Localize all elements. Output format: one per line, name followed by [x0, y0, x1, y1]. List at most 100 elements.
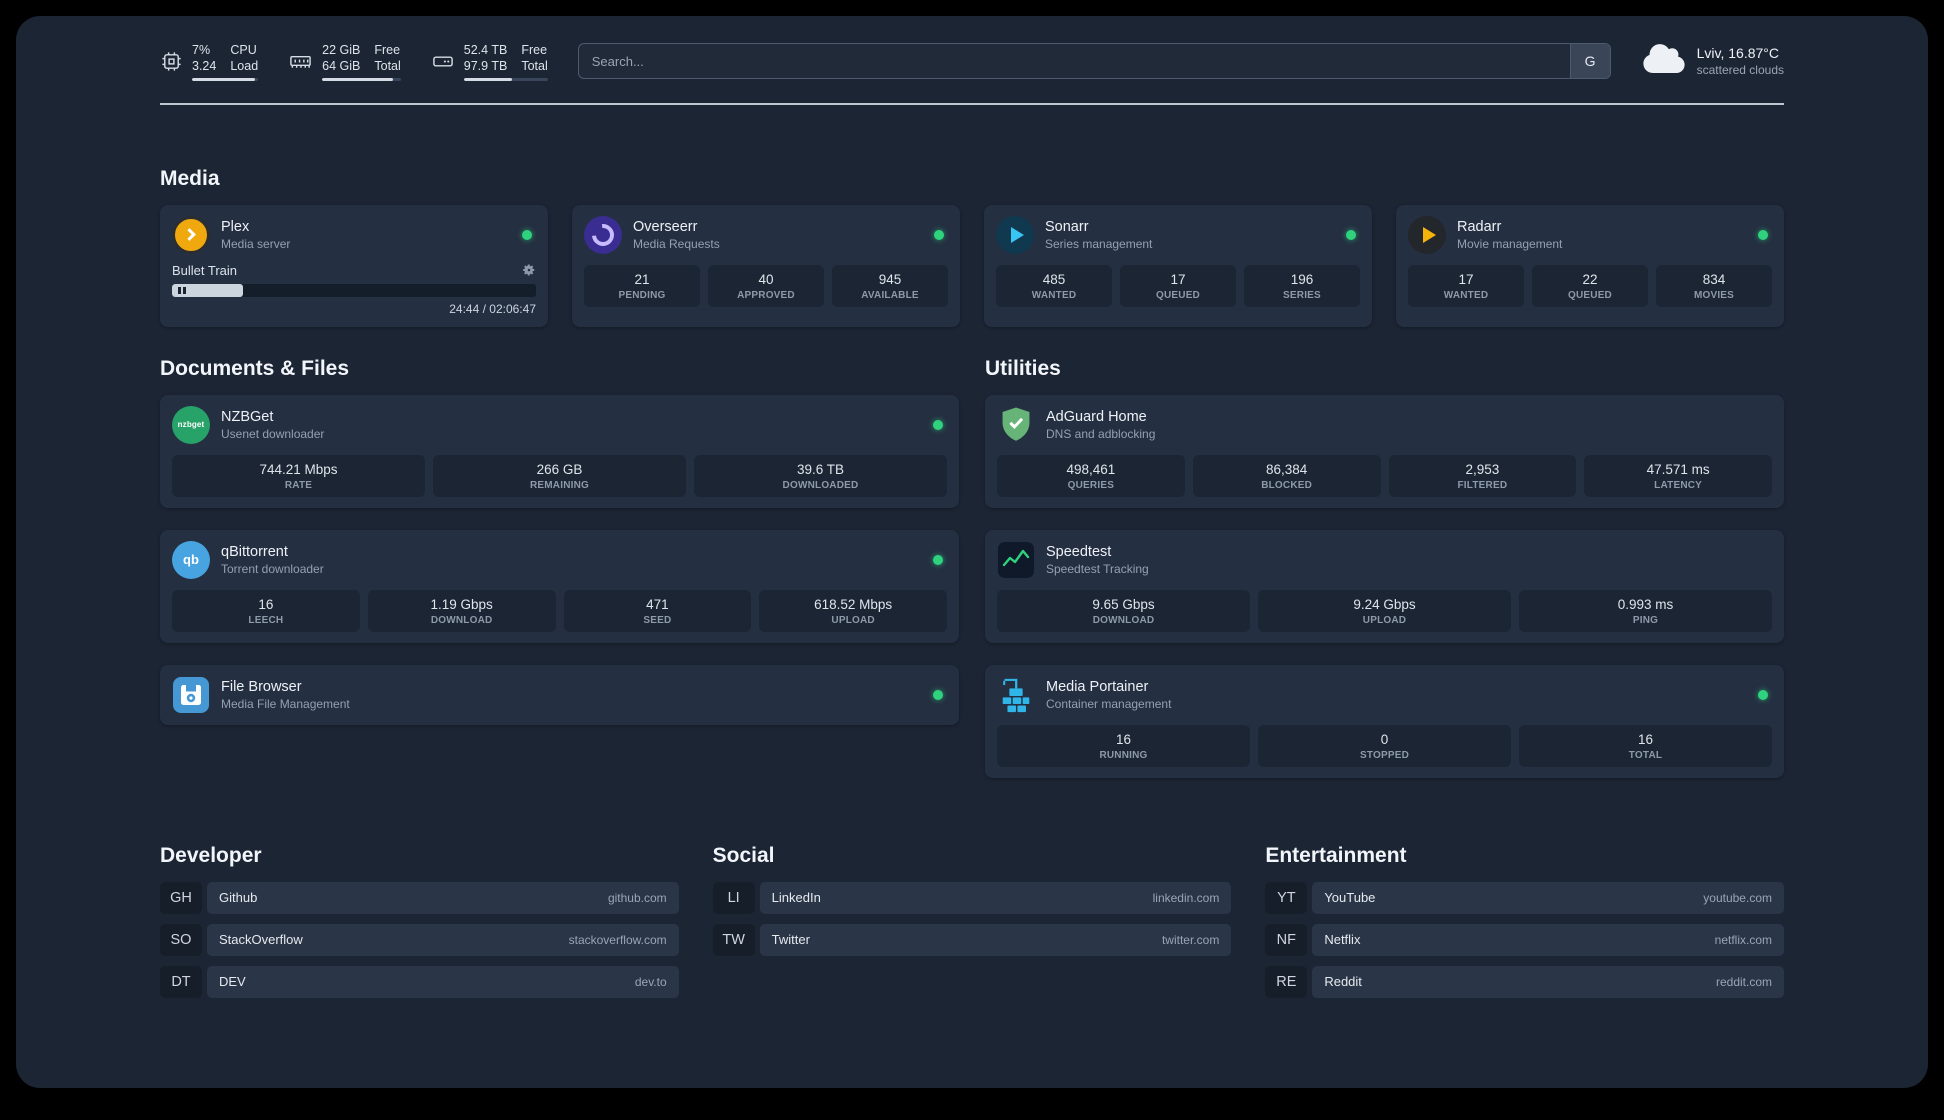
service-name: Sonarr: [1045, 218, 1089, 235]
search-bar[interactable]: G: [577, 43, 1611, 80]
cpu-values: 7% 3.24: [192, 42, 216, 75]
bookmark-bar: StackOverflow stackoverflow.com: [207, 923, 679, 956]
pause-icon[interactable]: [178, 286, 186, 294]
bookmark-netflix[interactable]: NF Netflix netflix.com: [1265, 923, 1784, 956]
service-card-overseerr[interactable]: Overseerr Media Requests 21 PENDING 40 A…: [572, 204, 960, 327]
bookmark-abbr: LI: [712, 881, 755, 914]
stat-running: 16 RUNNING: [997, 724, 1250, 767]
bookmark-dev[interactable]: DT DEV dev.to: [160, 965, 679, 998]
cpu-usage: 7%: [192, 43, 211, 57]
sonarr-icon: [996, 215, 1034, 254]
bookmark-bar: DEV dev.to: [207, 965, 679, 998]
stat-seed: 471 SEED: [563, 589, 752, 632]
service-subtitle: Usenet downloader: [221, 426, 325, 441]
stat-available: 945 AVAILABLE: [832, 264, 948, 307]
status-dot: [934, 229, 944, 240]
section-title-developer: Developer: [160, 843, 262, 867]
gear-icon[interactable]: [522, 263, 536, 277]
service-card-adguard[interactable]: AdGuard Home DNS and adblocking 498,461 …: [985, 394, 1784, 508]
stat-approved: 40 APPROVED: [708, 264, 824, 307]
stat-queued: 17 QUEUED: [1120, 264, 1236, 307]
bookmark-bar: Twitter twitter.com: [759, 923, 1232, 956]
top-bar: 7% 3.24 CPU Load 22 GiB 64 GiB Free Tota…: [160, 42, 1784, 81]
status-dot: [933, 419, 943, 430]
card-header: Radarr Movie management: [1408, 215, 1772, 254]
service-card-speedtest[interactable]: Speedtest Speedtest Tracking 9.65 Gbps D…: [985, 529, 1784, 643]
stat-download: 9.65 Gbps DOWNLOAD: [997, 589, 1250, 632]
service-card-qbittorrent[interactable]: qb qBittorrent Torrent downloader 16 LEE…: [160, 529, 959, 643]
service-card-plex[interactable]: Plex Media server Bullet Train 24:44 / 0…: [160, 204, 548, 327]
disk-label-top: Free: [521, 43, 548, 57]
bookmark-bar: YouTube youtube.com: [1312, 881, 1784, 914]
service-name: Media Portainer: [1046, 678, 1149, 695]
stat-wanted: 485 WANTED: [996, 264, 1112, 307]
bookmark-group-developer: Developer GH Github github.com SO StackO…: [160, 844, 679, 1008]
bookmark-twitter[interactable]: TW Twitter twitter.com: [712, 923, 1232, 956]
plex-progress-bar[interactable]: [172, 283, 536, 297]
stat-latency: 47.571 ms LATENCY: [1584, 454, 1772, 497]
stat-pending: 21 PENDING: [584, 264, 700, 307]
service-card-filebrowser[interactable]: File Browser Media File Management: [160, 664, 959, 725]
memory-label-bottom: Total: [374, 59, 401, 74]
status-dot: [1758, 229, 1768, 240]
service-subtitle: Media Requests: [633, 236, 720, 251]
disk-icon: [431, 50, 455, 73]
bookmark-url: dev.to: [634, 974, 667, 989]
status-dot: [933, 554, 943, 565]
resource-widget-cpu: 7% 3.24 CPU Load: [160, 42, 259, 81]
search-input[interactable]: [578, 44, 1570, 79]
service-card-portainer[interactable]: Media Portainer Container management 16 …: [985, 664, 1784, 778]
section-title-media: Media: [160, 166, 220, 190]
stat-queries: 498,461 QUERIES: [997, 454, 1185, 497]
card-header: Plex Media server: [172, 215, 536, 254]
plex-now-playing: Bullet Train 24:44 / 02:06:47: [172, 263, 536, 316]
stat-download: 1.19 Gbps DOWNLOAD: [367, 589, 556, 632]
bookmark-stackoverflow[interactable]: SO StackOverflow stackoverflow.com: [160, 923, 679, 956]
cloud-icon: [1641, 42, 1687, 80]
resource-widget-disk: 52.4 TB 97.9 TB Free Total: [431, 42, 548, 81]
bookmark-url: netflix.com: [1714, 932, 1772, 947]
weather-location: Lviv, 16.87°C: [1696, 45, 1779, 62]
service-card-sonarr[interactable]: Sonarr Series management 485 WANTED 17 Q…: [984, 204, 1372, 327]
bookmark-name: Twitter: [771, 932, 810, 947]
cpu-bar: [192, 77, 259, 81]
bookmark-youtube[interactable]: YT YouTube youtube.com: [1265, 881, 1784, 914]
service-name: Overseerr: [633, 218, 698, 235]
bookmark-name: YouTube: [1324, 890, 1376, 905]
card-header: AdGuard Home DNS and adblocking: [997, 406, 1772, 444]
filebrowser-icon: [172, 676, 210, 714]
memory-icon: [288, 50, 313, 73]
bookmark-abbr: RE: [1265, 965, 1308, 998]
service-card-nzbget[interactable]: nzbget NZBGet Usenet downloader 744.21 M…: [160, 394, 959, 508]
status-dot: [933, 689, 943, 700]
disk-labels: Free Total: [521, 42, 547, 75]
bookmark-linkedin[interactable]: LI LinkedIn linkedin.com: [712, 881, 1232, 914]
service-name: Plex: [221, 218, 250, 235]
speedtest-icon: [997, 541, 1035, 579]
memory-label-top: Free: [374, 43, 401, 57]
card-header: qb qBittorrent Torrent downloader: [172, 540, 947, 579]
bookmark-url: twitter.com: [1161, 932, 1220, 947]
card-header: Sonarr Series management: [996, 215, 1360, 254]
cpu-label-top: CPU: [230, 43, 257, 57]
stat-ping: 0.993 ms PING: [1519, 589, 1772, 632]
stat-blocked: 86,384 BLOCKED: [1192, 454, 1381, 497]
bookmark-reddit[interactable]: RE Reddit reddit.com: [1265, 965, 1784, 998]
dashboard-app: 7% 3.24 CPU Load 22 GiB 64 GiB Free Tota…: [16, 16, 1928, 1088]
cpu-label-bottom: Load: [230, 59, 259, 74]
service-subtitle: Series management: [1045, 236, 1153, 251]
service-name: qBittorrent: [221, 543, 288, 560]
bookmark-bar: Reddit reddit.com: [1312, 965, 1784, 998]
disk-values: 52.4 TB 97.9 TB: [464, 42, 508, 75]
stat-leech: 16 LEECH: [172, 589, 360, 632]
service-card-radarr[interactable]: Radarr Movie management 17 WANTED 22 QUE…: [1396, 204, 1784, 327]
cpu-load: 3.24: [192, 59, 217, 74]
memory-total: 64 GiB: [322, 59, 361, 74]
card-header: Media Portainer Container management: [997, 676, 1772, 714]
section-utilities: Utilities AdGuard Home DNS and adblockin…: [985, 357, 1784, 778]
stat-series: 196 SERIES: [1244, 264, 1360, 307]
service-subtitle: Media File Management: [221, 696, 350, 711]
bookmark-github[interactable]: GH Github github.com: [160, 881, 679, 914]
plex-icon: [172, 215, 210, 254]
search-provider-button[interactable]: G: [1569, 44, 1610, 79]
